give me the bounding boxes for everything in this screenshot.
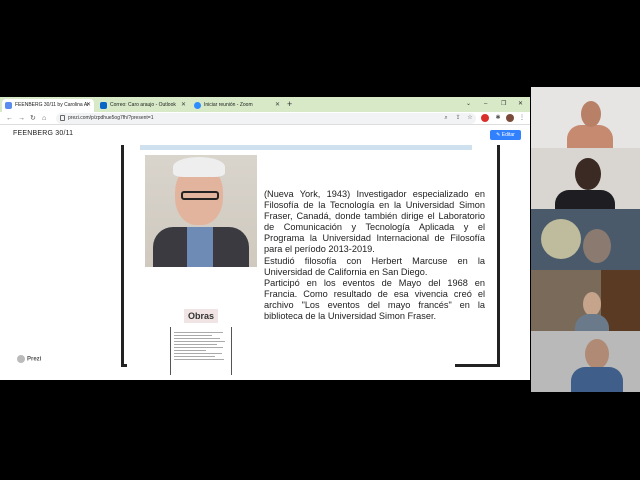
participant-head bbox=[575, 158, 601, 190]
participant-body bbox=[571, 367, 623, 392]
participant-video-5[interactable] bbox=[531, 331, 640, 392]
obras-list bbox=[170, 327, 232, 375]
slide-top-bar bbox=[140, 145, 472, 150]
participant-video-1[interactable] bbox=[531, 87, 640, 148]
portrait-shirt bbox=[187, 227, 213, 267]
search-icon[interactable]: ⌕ bbox=[442, 114, 450, 122]
list-item bbox=[174, 341, 226, 342]
browser-toolbar: ← → ↻ ⌂ prezi.com/p/zpdhue5og7fh/?presen… bbox=[0, 112, 530, 125]
participant-blurred-light bbox=[541, 219, 581, 259]
bio-paragraph: (Nueva York, 1943) Investigador especial… bbox=[264, 189, 485, 255]
profile-avatar-icon[interactable] bbox=[506, 114, 514, 122]
list-item bbox=[174, 338, 220, 339]
outlook-favicon-icon bbox=[100, 102, 107, 109]
new-tab-button[interactable]: + bbox=[287, 99, 292, 110]
list-item bbox=[174, 335, 212, 336]
prezi-logo-label: Prezi bbox=[27, 356, 42, 363]
portrait-hair bbox=[173, 157, 225, 177]
edit-button[interactable]: ✎ Editar bbox=[490, 130, 521, 140]
presentation-title: FEENBERG 30/11 bbox=[13, 130, 74, 137]
list-item bbox=[174, 332, 223, 333]
participant-head bbox=[585, 339, 609, 369]
participant-body bbox=[575, 314, 609, 331]
participant-video-4[interactable] bbox=[531, 270, 640, 331]
participant-body bbox=[555, 190, 615, 209]
maximize-button[interactable]: ❐ bbox=[501, 99, 506, 109]
tab-prezi-label: FEENBERG 30/11 by Carolina Ar bbox=[15, 102, 89, 108]
tab-search-icon[interactable]: ⌄ bbox=[466, 99, 471, 109]
edit-label: Editar bbox=[501, 132, 515, 138]
close-tab-icon[interactable]: ✕ bbox=[86, 99, 91, 112]
participant-head bbox=[583, 229, 611, 263]
portrait-glasses bbox=[181, 191, 219, 200]
tab-prezi[interactable]: FEENBERG 30/11 by Carolina Ar ✕ bbox=[2, 99, 94, 112]
biography-text: (Nueva York, 1943) Investigador especial… bbox=[264, 189, 485, 322]
bio-paragraph: Participó en los eventos de Mayo del 196… bbox=[264, 277, 485, 322]
tab-outlook-label: Correo: Caro araujo - Outlook bbox=[110, 102, 176, 108]
tab-outlook[interactable]: Correo: Caro araujo - Outlook ✕ bbox=[97, 99, 189, 112]
close-tab-icon[interactable]: ✕ bbox=[181, 99, 186, 112]
portrait-photo bbox=[145, 155, 257, 267]
obras-label: Obras bbox=[184, 309, 218, 323]
close-window-button[interactable]: ✕ bbox=[518, 99, 523, 109]
prezi-favicon-icon bbox=[5, 102, 12, 109]
minimize-button[interactable]: – bbox=[484, 99, 487, 109]
lock-icon bbox=[60, 115, 65, 121]
tab-zoom-label: Iniciar reunión - Zoom bbox=[204, 102, 253, 108]
back-icon[interactable]: ← bbox=[6, 113, 13, 124]
menu-icon[interactable]: ⋮ bbox=[518, 114, 526, 122]
list-item bbox=[174, 347, 223, 348]
participant-video-3[interactable] bbox=[531, 209, 640, 270]
tab-bar: FEENBERG 30/11 by Carolina Ar ✕ Correo: … bbox=[0, 97, 530, 112]
participant-head bbox=[581, 101, 601, 127]
prezi-logo-icon bbox=[17, 355, 25, 363]
tab-zoom[interactable]: Iniciar reunión - Zoom ✕ bbox=[191, 99, 283, 112]
list-item bbox=[174, 359, 224, 360]
close-tab-icon[interactable]: ✕ bbox=[275, 99, 280, 112]
forward-icon[interactable]: → bbox=[18, 113, 25, 124]
participant-head bbox=[583, 292, 601, 316]
extension-red-icon[interactable] bbox=[481, 114, 489, 122]
share-icon[interactable]: ⇪ bbox=[454, 114, 462, 122]
list-item bbox=[174, 356, 215, 357]
zoom-favicon-icon bbox=[194, 102, 201, 109]
prezi-viewer: FEENBERG 30/11 ✎ Editar Obras (Nueva Yor… bbox=[0, 125, 530, 380]
puzzle-icon[interactable]: ✱ bbox=[494, 114, 502, 122]
browser-window: FEENBERG 30/11 by Carolina Ar ✕ Correo: … bbox=[0, 97, 530, 380]
bio-paragraph: Estudió filosofía con Herbert Marcuse en… bbox=[264, 255, 485, 277]
address-bar[interactable]: prezi.com/p/zpdhue5og7fh/?present=1 bbox=[56, 113, 476, 124]
list-item bbox=[174, 353, 222, 354]
slide-left-bracket bbox=[121, 145, 127, 367]
star-icon[interactable]: ☆ bbox=[466, 114, 474, 122]
participant-body bbox=[567, 125, 613, 148]
participant-video-2[interactable] bbox=[531, 148, 640, 209]
list-item bbox=[174, 344, 218, 345]
list-item bbox=[174, 350, 207, 351]
reload-icon[interactable]: ↻ bbox=[30, 113, 36, 124]
prezi-logo: Prezi bbox=[17, 355, 41, 363]
home-icon[interactable]: ⌂ bbox=[42, 113, 46, 124]
url-text: prezi.com/p/zpdhue5og7fh/?present=1 bbox=[68, 115, 154, 121]
